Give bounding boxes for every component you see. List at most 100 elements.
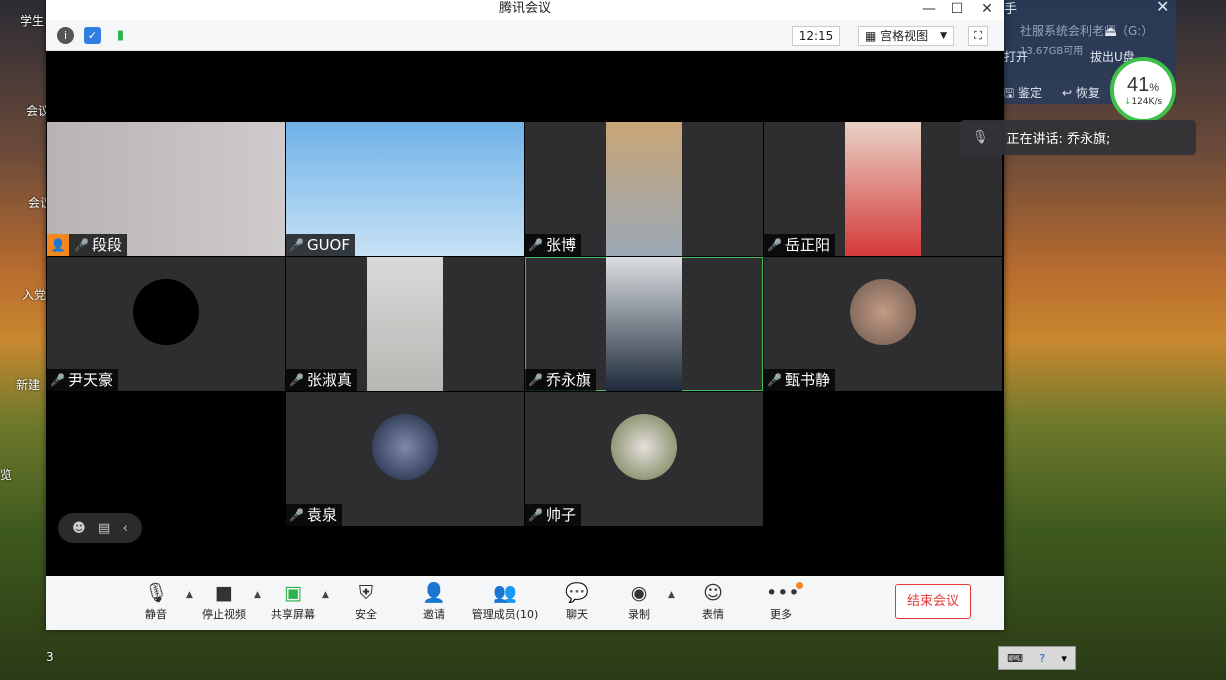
- chevron-down-icon: ▼: [940, 31, 947, 41]
- participant-nametag: 👤 🎤 段段: [47, 234, 127, 256]
- close-icon[interactable]: ✕: [976, 0, 998, 18]
- participant-nametag: 🎤 乔永旗: [525, 369, 596, 391]
- participant-name: 袁泉: [306, 506, 337, 524]
- mic-icon: 🎤: [74, 238, 89, 252]
- reactions-button[interactable]: ☺ 表情: [698, 580, 728, 622]
- taskbar-badge-count: 3: [46, 650, 54, 664]
- participant-video: [367, 257, 443, 391]
- manage-members-label: 管理成员(10): [471, 608, 539, 621]
- gauge-percent-value: 41: [1126, 73, 1150, 96]
- record-button[interactable]: ◉ 录制: [624, 580, 654, 622]
- drive-name: 社服系统会利老师（G:）: [1020, 24, 1154, 38]
- record-label: 录制: [628, 608, 650, 621]
- share-screen-button[interactable]: ▣ 共享屏幕: [268, 580, 318, 622]
- participant-tile-active-speaker[interactable]: 🎤 乔永旗: [525, 257, 763, 391]
- maximize-icon[interactable]: ☐: [946, 0, 968, 18]
- invite-button[interactable]: 👤 邀请: [418, 580, 450, 622]
- info-icon[interactable]: i: [57, 27, 74, 44]
- network-speed-gauge[interactable]: 41% ↓124K/s: [1110, 57, 1176, 123]
- camera-icon: ■: [215, 582, 233, 604]
- participant-video: [606, 257, 682, 391]
- participant-tile[interactable]: 🎤 GUOF: [286, 122, 524, 256]
- participant-tile[interactable]: 🎤 张博: [525, 122, 763, 256]
- view-selector-label: 宫格视图: [880, 29, 929, 43]
- mic-icon: 🎤: [767, 238, 782, 252]
- close-icon[interactable]: ✕: [1156, 0, 1169, 16]
- mic-icon: 🎤: [767, 373, 782, 387]
- chevron-up-icon[interactable]: ▲: [668, 590, 675, 600]
- participant-name: 帅子: [545, 506, 576, 524]
- desktop-icon-label: 览: [0, 468, 13, 482]
- microphone-icon: 🎙: [144, 582, 169, 604]
- stop-video-button[interactable]: ■ 停止视频: [198, 580, 250, 622]
- add-user-icon: 👤: [422, 582, 446, 604]
- chevron-down-icon[interactable]: ▾: [1061, 652, 1067, 665]
- chat-button[interactable]: 💬 聊天: [562, 580, 592, 622]
- gauge-speed: ↓124K/s: [1124, 97, 1162, 107]
- participant-video: [845, 122, 921, 256]
- video-grid: 👤 🎤 段段 🎤 GUOF 🎤 张博 🎤 岳正阳 🎤 尹天豪 🎤 张淑真 🎤 乔永旗: [46, 51, 1004, 576]
- participant-tile[interactable]: 🎤 甄书静: [764, 257, 1002, 391]
- signal-icon[interactable]: ▮: [112, 27, 129, 44]
- participant-tile[interactable]: 👤 🎤 段段: [47, 122, 285, 256]
- desktop-icon-label: 学生: [20, 14, 45, 28]
- participant-tile[interactable]: 🎤 帅子: [525, 392, 763, 526]
- participant-tile[interactable]: 🎤 袁泉: [286, 392, 524, 526]
- participant-name: 乔永旗: [545, 371, 591, 389]
- shield-icon[interactable]: ✓: [84, 27, 101, 44]
- participant-tile[interactable]: 🎤 张淑真: [286, 257, 524, 391]
- title-bar: 腾讯会议 — ☐ ✕: [46, 0, 1004, 20]
- chat-bubble-icon[interactable]: ▤: [98, 521, 110, 536]
- notification-dot: [796, 582, 803, 589]
- participant-name: 张博: [545, 236, 576, 254]
- manage-members-button[interactable]: 👥 管理成员(10): [470, 580, 540, 622]
- gauge-speed-value: 124K/s: [1131, 96, 1163, 107]
- meeting-clock: 12:15: [792, 26, 840, 46]
- chat-quick-bar[interactable]: ☻ ▤ ‹: [58, 513, 142, 543]
- desktop-icon-label: 入党: [22, 288, 47, 302]
- system-tray[interactable]: ⌨ ? ▾: [998, 646, 1076, 670]
- help-icon[interactable]: ?: [1039, 652, 1045, 665]
- keyboard-icon[interactable]: ⌨: [1007, 652, 1023, 665]
- eject-icon[interactable]: ⏏: [1104, 24, 1117, 40]
- minimize-icon[interactable]: —: [918, 0, 940, 18]
- record-icon: ◉: [630, 582, 648, 604]
- stop-video-label: 停止视频: [202, 608, 246, 621]
- participant-avatar: [611, 414, 677, 480]
- mic-muted-icon: 🎤: [289, 508, 304, 522]
- chevron-left-icon[interactable]: ‹: [123, 521, 128, 536]
- active-speaker-tooltip: 🎙 正在讲话: 乔永旗;: [960, 120, 1196, 155]
- participant-name: 段段: [91, 236, 122, 254]
- emoji-icon[interactable]: ☻: [72, 521, 86, 536]
- more-button[interactable]: ••• 更多: [766, 580, 800, 622]
- participant-avatar: [372, 414, 438, 480]
- participant-nametag: 🎤 尹天豪: [47, 369, 118, 391]
- mute-button[interactable]: 🎙 静音: [144, 580, 168, 622]
- fullscreen-icon[interactable]: ⛶: [968, 26, 988, 46]
- active-speaker-text: 正在讲话: 乔永旗;: [1006, 132, 1111, 147]
- chevron-up-icon[interactable]: ▲: [322, 590, 329, 600]
- participant-nametag: 🎤 帅子: [525, 504, 581, 526]
- mic-icon: 🎤: [50, 373, 65, 387]
- participant-name: 张淑真: [306, 371, 352, 389]
- window-title: 腾讯会议: [498, 1, 551, 16]
- participant-name: 岳正阳: [784, 236, 830, 254]
- mute-label: 静音: [145, 608, 167, 621]
- chevron-up-icon[interactable]: ▲: [254, 590, 261, 600]
- restore-button[interactable]: ↩ 恢复: [1062, 84, 1100, 101]
- top-toolbar: i ✓ ▮ 12:15 ▦ 宫格视图 ▼ ⛶: [46, 20, 1004, 51]
- participant-name: 甄书静: [784, 371, 830, 389]
- end-meeting-button[interactable]: 结束会议: [895, 584, 971, 619]
- share-screen-icon: ▣: [284, 582, 302, 604]
- security-button[interactable]: ⛨ 安全: [350, 580, 382, 622]
- members-icon: 👥: [493, 582, 517, 604]
- view-selector[interactable]: ▦ 宫格视图 ▼: [858, 26, 954, 46]
- chevron-up-icon[interactable]: ▲: [186, 590, 193, 600]
- gauge-percent: 41%: [1127, 74, 1159, 97]
- participant-tile[interactable]: 🎤 尹天豪: [47, 257, 285, 391]
- open-button[interactable]: 打开: [1004, 48, 1028, 65]
- verify-button[interactable]: 🖫 鉴定: [1004, 84, 1042, 105]
- bottom-toolbar: 🎙 静音 ▲ ■ 停止视频 ▲ ▣ 共享屏幕 ▲ ⛨ 安全 👤 邀请 👥 管理成员(10) …: [46, 576, 1004, 630]
- desktop-icon-browse[interactable]: 览: [0, 466, 40, 483]
- verify-label: 鉴定: [1018, 86, 1043, 100]
